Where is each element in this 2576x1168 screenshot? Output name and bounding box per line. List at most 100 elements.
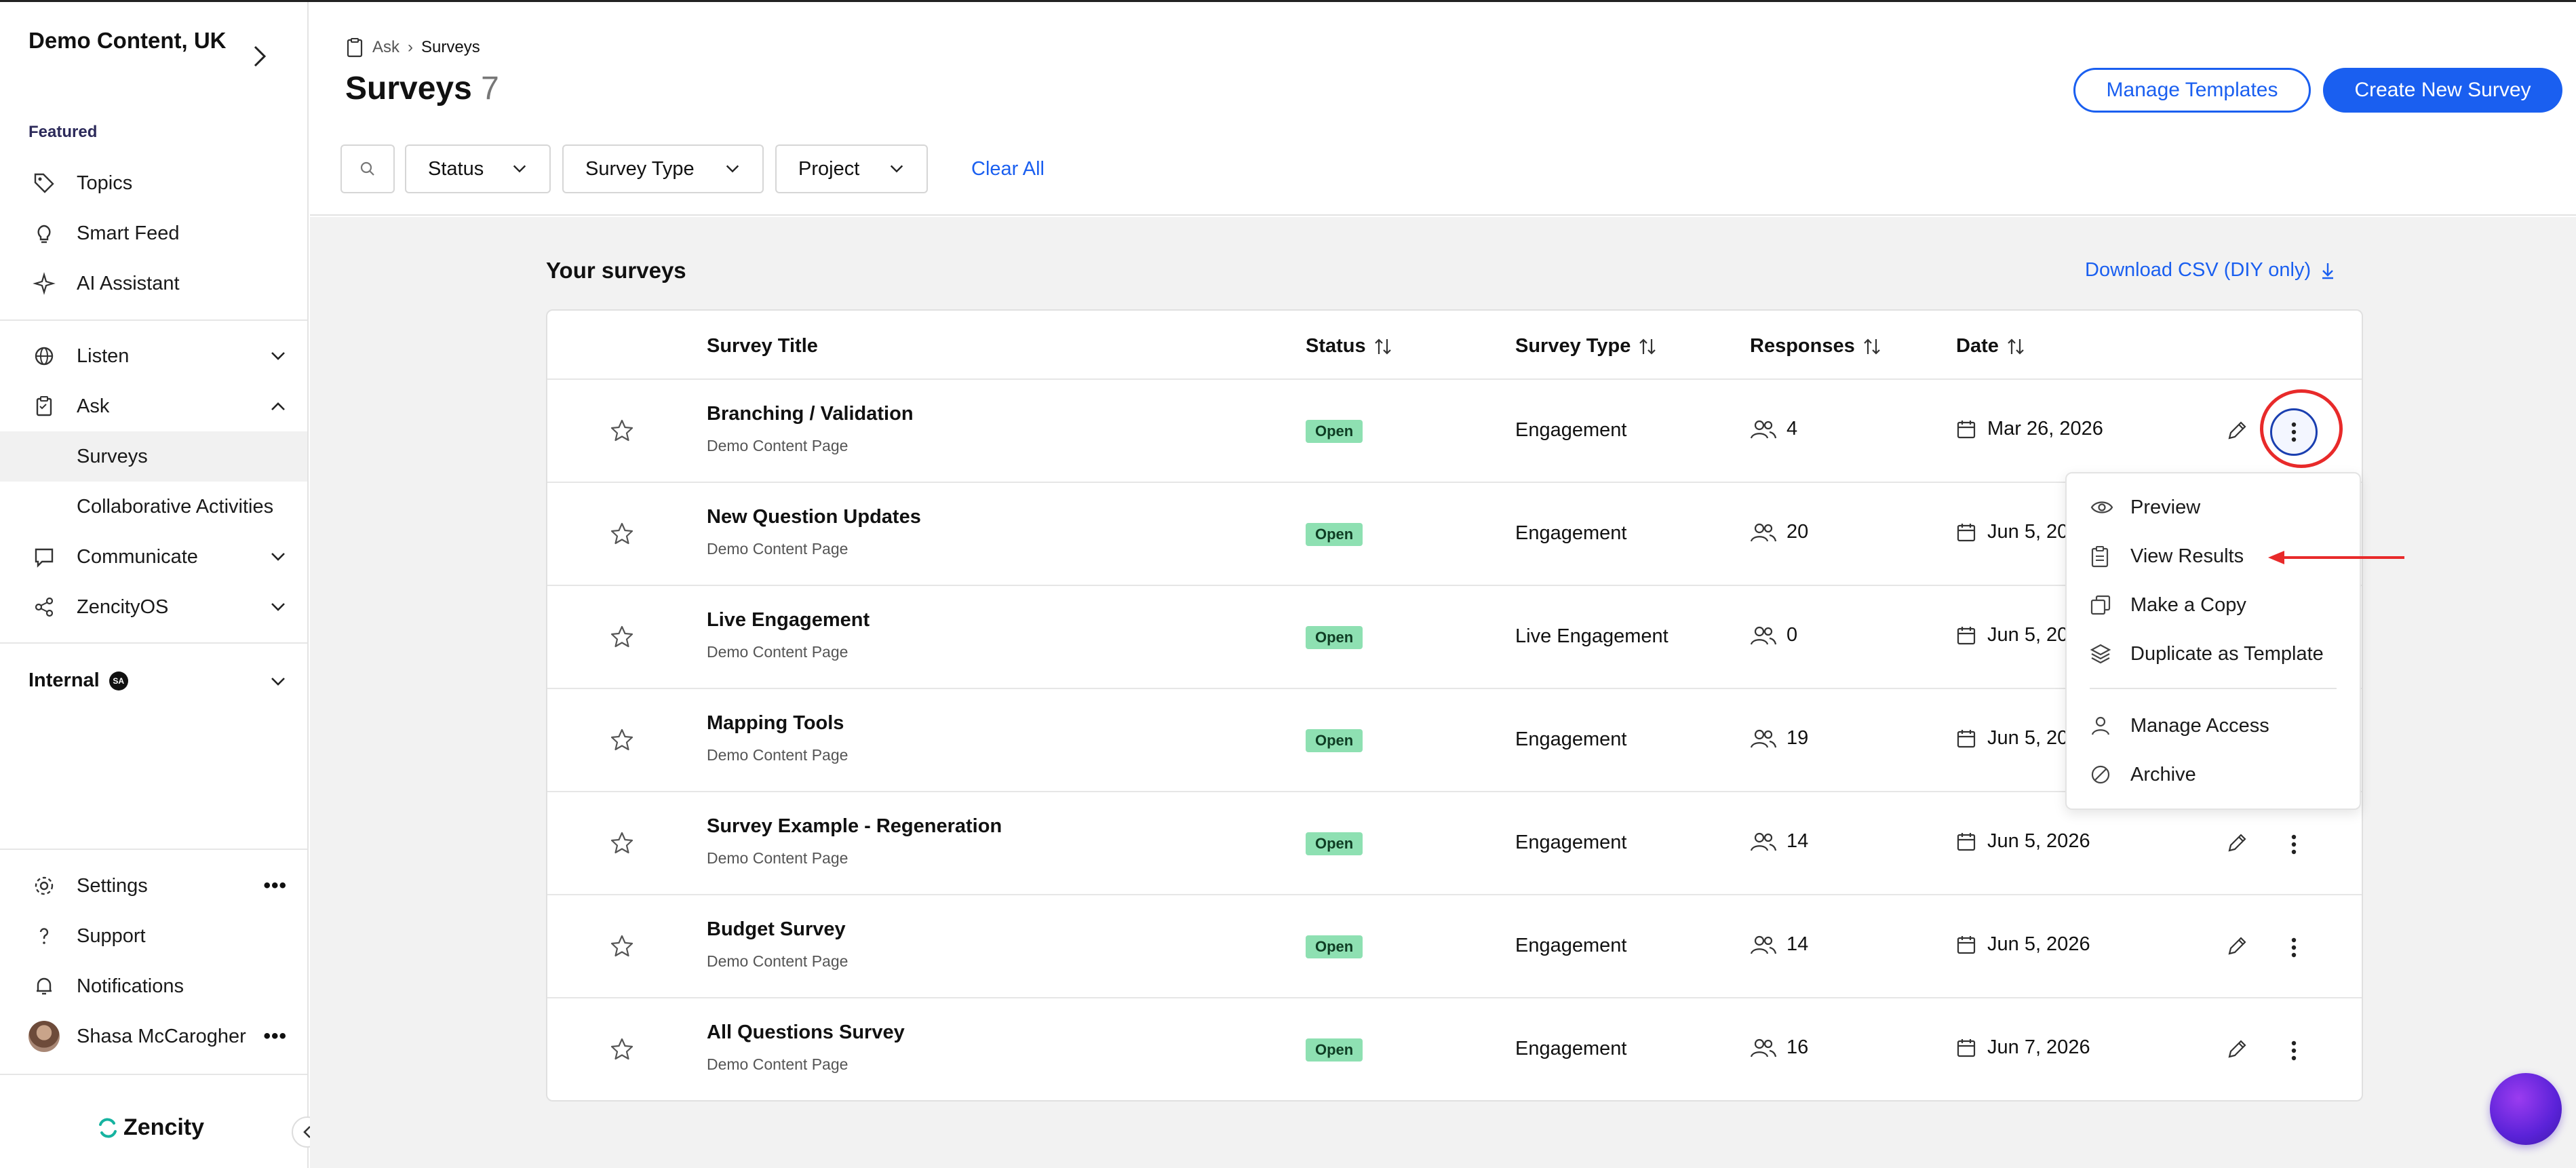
chat-icon [35, 548, 54, 568]
survey-title[interactable]: Live Engagement [707, 609, 870, 631]
org-name[interactable]: Demo Content, UK [28, 25, 232, 56]
annotation-circle [2260, 389, 2343, 468]
sidebar-item-notifications[interactable]: Notifications [0, 961, 307, 1011]
page-title: Surveys 7 [345, 71, 499, 106]
sidebar-item-collaborative-activities[interactable]: Collaborative Activities [0, 482, 307, 532]
responses: 14 [1750, 933, 1808, 956]
date-value: Jun 5, 2026 [1987, 830, 2090, 852]
chevron-down-icon[interactable] [269, 347, 287, 365]
survey-title[interactable]: New Question Updates [707, 506, 921, 528]
status-badge: Open [1306, 729, 1363, 752]
survey-title[interactable]: Survey Example - Regeneration [707, 815, 1002, 838]
edit-icon[interactable] [2225, 1038, 2248, 1061]
more-icon[interactable]: ••• [263, 874, 287, 897]
clipboard-icon [36, 396, 52, 416]
table-row[interactable]: Branching / Validation Demo Content Page O… [547, 378, 2362, 482]
sidebar-item-label: AI Assistant [77, 272, 180, 294]
calendar-icon [1957, 523, 1976, 541]
internal-label: Internal [28, 669, 100, 691]
table-row[interactable]: All Questions Survey Demo Content Page Ope… [547, 997, 2362, 1100]
star-icon[interactable] [609, 418, 635, 444]
manage-templates-button[interactable]: Manage Templates [2073, 68, 2311, 113]
sort-icon [1863, 338, 1880, 355]
clear-all-link[interactable]: Clear All [971, 158, 1045, 180]
sidebar-item-communicate[interactable]: Communicate [0, 532, 307, 582]
responses: 19 [1750, 727, 1808, 750]
search-button[interactable] [340, 144, 395, 193]
create-new-survey-button[interactable]: Create New Survey [2323, 68, 2562, 113]
kebab-icon [2291, 937, 2297, 958]
menu-item-duplicate-as-template[interactable]: Duplicate as Template [2067, 629, 2360, 678]
column-header-status[interactable]: Status [1306, 335, 1393, 357]
edit-icon[interactable] [2225, 419, 2248, 442]
chevron-down-icon[interactable] [269, 548, 287, 566]
chevron-down-icon[interactable] [269, 673, 287, 690]
star-icon[interactable] [609, 1036, 635, 1062]
survey-type-filter[interactable]: Survey Type [562, 144, 764, 193]
column-header-responses[interactable]: Responses [1750, 335, 1882, 357]
chevron-up-icon[interactable] [269, 397, 287, 415]
chevron-right-icon[interactable] [252, 44, 267, 69]
star-icon[interactable] [609, 624, 635, 650]
divider [0, 642, 307, 644]
status-filter[interactable]: Status [405, 144, 551, 193]
row-actions-button[interactable] [2270, 924, 2318, 971]
row-actions-button[interactable] [2270, 1027, 2318, 1074]
network-icon [35, 597, 54, 617]
download-csv-link[interactable]: Download CSV (DIY only) [2085, 259, 2335, 281]
divider [0, 1074, 307, 1075]
sparkle-icon [33, 272, 56, 295]
survey-title[interactable]: Mapping Tools [707, 712, 844, 735]
sidebar-item-surveys[interactable]: Surveys [0, 431, 307, 482]
divider [0, 849, 307, 850]
users-icon [1750, 420, 1777, 438]
zencity-logo: Zencity [98, 1114, 204, 1141]
chevron-down-icon [890, 165, 903, 173]
star-icon[interactable] [609, 727, 635, 753]
sidebar-item-ask[interactable]: Ask [0, 381, 307, 431]
column-header-title[interactable]: Survey Title [707, 335, 818, 357]
status-badge: Open [1306, 420, 1363, 443]
column-header-survey-type[interactable]: Survey Type [1515, 335, 1658, 357]
row-actions-button[interactable] [2270, 821, 2318, 868]
star-icon[interactable] [609, 521, 635, 547]
menu-item-preview[interactable]: Preview [2067, 483, 2360, 532]
sidebar-item-profile[interactable]: Shasa McCarogher ••• [0, 1011, 307, 1062]
sidebar-item-smart-feed[interactable]: Smart Feed [0, 208, 307, 258]
assistant-fab[interactable] [2490, 1073, 2562, 1145]
sidebar-item-label: ZencityOS [77, 596, 169, 618]
edit-icon[interactable] [2225, 832, 2248, 855]
survey-title[interactable]: Budget Survey [707, 918, 846, 941]
star-icon[interactable] [609, 933, 635, 959]
sidebar-item-ai-assistant[interactable]: AI Assistant [0, 258, 307, 309]
sidebar-item-settings[interactable]: Settings ••• [0, 861, 307, 911]
sidebar-item-label: Surveys [77, 445, 148, 467]
menu-item-manage-access[interactable]: Manage Access [2067, 701, 2360, 750]
table-row[interactable]: Budget Survey Demo Content Page Open Engage… [547, 894, 2362, 997]
project-filter[interactable]: Project [775, 144, 928, 193]
sidebar-item-topics[interactable]: Topics [0, 158, 307, 208]
survey-title[interactable]: Branching / Validation [707, 403, 914, 425]
internal-section[interactable]: Internal SA [28, 669, 128, 692]
sidebar-item-label: Smart Feed [77, 222, 180, 244]
sidebar-item-support[interactable]: Support [0, 911, 307, 961]
sidebar-item-zencityos[interactable]: ZencityOS [0, 582, 307, 632]
survey-date: Jun 7, 2026 [1956, 1036, 2090, 1059]
menu-item-archive[interactable]: Archive [2067, 750, 2360, 799]
more-icon[interactable]: ••• [263, 1025, 287, 1048]
avatar [28, 1021, 60, 1052]
sidebar-item-listen[interactable]: Listen [0, 331, 307, 381]
breadcrumb-ask[interactable]: Ask [372, 38, 399, 57]
breadcrumb-separator: › [408, 38, 414, 56]
menu-item-make-a-copy[interactable]: Make a Copy [2067, 581, 2360, 629]
date-value: Jun 7, 2026 [1987, 1036, 2090, 1058]
edit-icon[interactable] [2225, 935, 2248, 958]
star-icon[interactable] [609, 830, 635, 856]
column-header-date[interactable]: Date [1956, 335, 2026, 357]
survey-title[interactable]: All Questions Survey [707, 1021, 905, 1044]
chevron-down-icon[interactable] [269, 598, 287, 616]
page-header: Ask › Surveys Surveys 7 Manage Templates… [310, 2, 2576, 216]
sidebar-item-label: Ask [77, 395, 110, 417]
status-badge: Open [1306, 626, 1363, 649]
sidebar-item-label: Collaborative Activities [77, 495, 274, 518]
